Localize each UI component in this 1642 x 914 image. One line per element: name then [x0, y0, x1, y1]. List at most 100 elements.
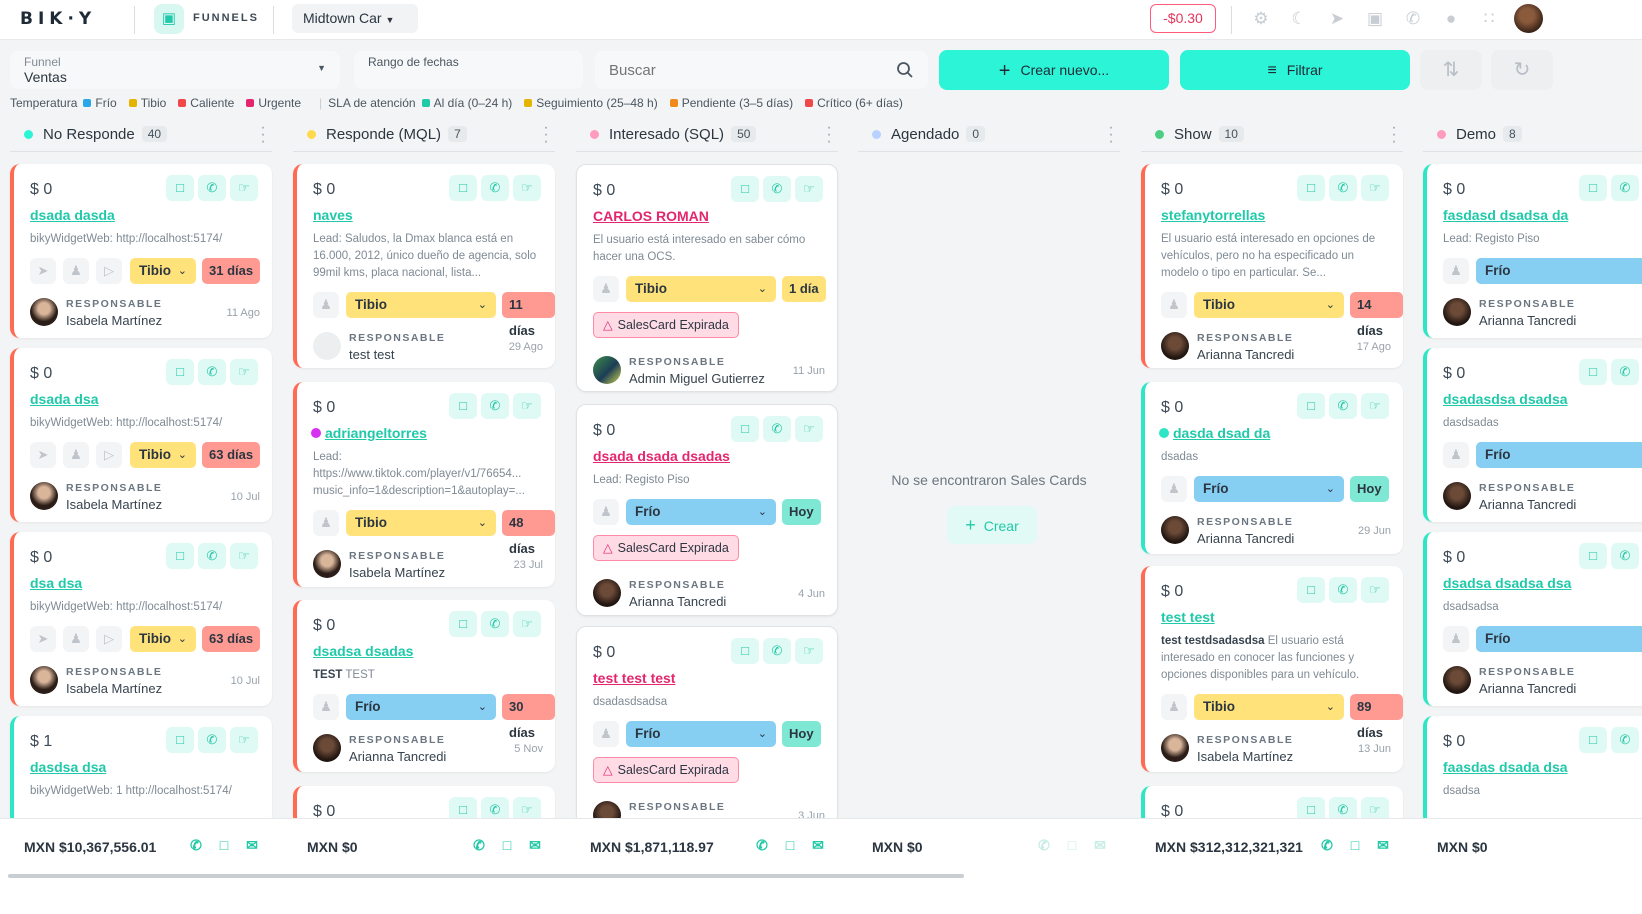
- sales-card[interactable]: $ 0 □ ✆ ☞ dsa dsa bikyWidgetWeb: http://loc…: [10, 532, 272, 706]
- chat-icon[interactable]: □: [166, 543, 194, 569]
- chat-icon[interactable]: □: [214, 837, 234, 853]
- funnel-select[interactable]: Funnel Ventas ▼: [10, 51, 340, 89]
- chat-icon[interactable]: □: [1345, 837, 1365, 853]
- sales-card[interactable]: $ 0 □ ✆ ☞ dsadsa dsadas TEST TEST ♟ Frío ⌄ 30 d…: [293, 600, 555, 772]
- megaphone-icon[interactable]: ➤: [30, 258, 56, 284]
- horizontal-scrollbar[interactable]: [0, 874, 1642, 914]
- sales-card[interactable]: $ 0 □ ✆ ☞ dasda dsad da dsadas ♟ Frío ⌄ Hoy RES…: [1141, 382, 1403, 554]
- tap-icon[interactable]: ☞: [1361, 175, 1389, 201]
- lead-name-link[interactable]: dasdsa dsa: [30, 759, 106, 775]
- sales-card[interactable]: $ 0 □ ✆ ☞ dsada dsada dsadas Lead: Registo …: [576, 404, 838, 616]
- phone-icon[interactable]: ✆: [1329, 577, 1357, 603]
- email-icon[interactable]: ✉: [1373, 837, 1393, 854]
- lead-name-link[interactable]: dsa dsa: [30, 575, 82, 591]
- whatsapp-icon[interactable]: ✆: [752, 837, 772, 854]
- sales-card[interactable]: $ 0 □ ✆ ☞ CARLOS ROMAN El usuario está inte…: [576, 164, 838, 392]
- sales-card[interactable]: $ 0 □ ✆ ☞ test test test testdsadasdsa El u…: [1141, 566, 1403, 772]
- tap-icon[interactable]: ☞: [513, 175, 541, 201]
- phone-icon[interactable]: ✆: [1611, 727, 1639, 753]
- phone-icon[interactable]: ✆: [1401, 7, 1425, 31]
- assign-user-icon[interactable]: ♟: [63, 442, 89, 468]
- apps-grid-icon[interactable]: ∷: [1477, 7, 1501, 31]
- temperature-select[interactable]: Tibio ⌄: [130, 442, 196, 468]
- phone-icon[interactable]: ✆: [481, 611, 509, 637]
- chat-icon[interactable]: □: [1297, 175, 1325, 201]
- whatsapp-icon[interactable]: ✆: [1034, 837, 1054, 854]
- chat-icon[interactable]: □: [1579, 175, 1607, 201]
- lead-name-link[interactable]: dsada dsa: [30, 391, 98, 407]
- filter-button[interactable]: ≡ Filtrar: [1180, 50, 1410, 90]
- sales-card[interactable]: $ 0 □ ✆ ☞ dsada dsa bikyWidgetWeb: http://l…: [10, 348, 272, 522]
- phone-icon[interactable]: ✆: [481, 393, 509, 419]
- tap-icon[interactable]: ☞: [230, 175, 258, 201]
- chat-icon[interactable]: □: [731, 638, 759, 664]
- assign-user-icon[interactable]: ♟: [313, 694, 339, 720]
- lead-name-link[interactable]: dasda dsad da: [1159, 425, 1270, 441]
- refresh-button[interactable]: ↻: [1491, 50, 1553, 90]
- assign-user-icon[interactable]: ♟: [1443, 626, 1469, 652]
- chat-icon[interactable]: □: [497, 837, 517, 853]
- temperature-select[interactable]: Tibio ⌄: [626, 276, 776, 302]
- moon-icon[interactable]: ☾: [1287, 7, 1311, 31]
- play-icon[interactable]: ▷: [96, 626, 122, 652]
- chat-icon[interactable]: □: [166, 359, 194, 385]
- date-range-picker[interactable]: Rango de fechas: [354, 51, 583, 89]
- assign-user-icon[interactable]: ♟: [593, 721, 619, 747]
- tap-icon[interactable]: ☞: [795, 638, 823, 664]
- phone-icon[interactable]: ✆: [1611, 175, 1639, 201]
- assign-user-icon[interactable]: ♟: [63, 626, 89, 652]
- lead-name-link[interactable]: dsadsa dsadas: [313, 643, 413, 659]
- temperature-select[interactable]: Tibio ⌄: [346, 510, 496, 536]
- chat-icon[interactable]: □: [780, 837, 800, 853]
- chat-icon[interactable]: □: [731, 416, 759, 442]
- business-selector[interactable]: Midtown Car ▼: [292, 4, 418, 33]
- email-icon[interactable]: ✉: [525, 837, 545, 854]
- chat-icon[interactable]: □: [1297, 393, 1325, 419]
- email-icon[interactable]: ✉: [808, 837, 828, 854]
- assign-user-icon[interactable]: ♟: [1161, 476, 1187, 502]
- play-icon[interactable]: ▷: [96, 442, 122, 468]
- temperature-select[interactable]: Tibio ⌄: [1194, 292, 1344, 318]
- temperature-select[interactable]: Frío⌄: [1476, 626, 1642, 652]
- assign-user-icon[interactable]: ♟: [1443, 442, 1469, 468]
- sales-card[interactable]: $ 0 □ ✆ ☞ adriangeltorres Lead: https://www…: [293, 382, 555, 587]
- phone-icon[interactable]: ✆: [198, 727, 226, 753]
- chat-icon[interactable]: □: [731, 176, 759, 202]
- tap-icon[interactable]: ☞: [513, 611, 541, 637]
- sales-card[interactable]: $ 1 □ ✆ ☞ dasdsa dsa bikyWidgetWeb: 1 http:…: [10, 716, 272, 826]
- search-icon[interactable]: [896, 61, 914, 79]
- tap-icon[interactable]: ☞: [795, 416, 823, 442]
- sales-card[interactable]: $ 0 □✆☞ dsadsa dsadsa dsa dsadsadsa ♟ Frío⌄…: [1423, 532, 1642, 706]
- bulb-icon[interactable]: ●: [1439, 7, 1463, 31]
- megaphone-icon[interactable]: ➤: [1325, 7, 1349, 31]
- chat-icon[interactable]: □: [1297, 577, 1325, 603]
- phone-icon[interactable]: ✆: [1611, 543, 1639, 569]
- assign-user-icon[interactable]: ♟: [1161, 292, 1187, 318]
- assign-user-icon[interactable]: ♟: [593, 276, 619, 302]
- play-icon[interactable]: ▷: [96, 258, 122, 284]
- create-new-button[interactable]: + Crear nuevo...: [939, 50, 1169, 90]
- phone-icon[interactable]: ✆: [198, 359, 226, 385]
- chat-icon[interactable]: □: [1579, 543, 1607, 569]
- chat-icon[interactable]: □: [449, 611, 477, 637]
- megaphone-icon[interactable]: ➤: [30, 626, 56, 652]
- assign-user-icon[interactable]: ♟: [593, 499, 619, 525]
- column-menu-icon[interactable]: · · ·: [1389, 120, 1399, 150]
- tap-icon[interactable]: ☞: [513, 393, 541, 419]
- lead-name-link[interactable]: adriangeltorres: [311, 425, 427, 441]
- ai-icon[interactable]: ▣: [1363, 7, 1387, 31]
- phone-icon[interactable]: ✆: [1329, 175, 1357, 201]
- lead-name-link[interactable]: test test test: [593, 670, 675, 686]
- lead-name-link[interactable]: dsadasdsa dsadsa: [1443, 391, 1568, 407]
- lead-name-link[interactable]: faasdas dsada dsa: [1443, 759, 1568, 775]
- tap-icon[interactable]: ☞: [230, 543, 258, 569]
- chat-icon[interactable]: □: [1062, 837, 1082, 853]
- temperature-select[interactable]: Frío⌄: [1194, 476, 1344, 502]
- lead-name-link[interactable]: CARLOS ROMAN: [593, 208, 709, 224]
- sales-card[interactable]: $ 0 □ ✆ ☞ test test test dsadasdsadsa ♟ Frío ⌄…: [576, 626, 838, 831]
- phone-icon[interactable]: ✆: [198, 175, 226, 201]
- lead-name-link[interactable]: fasdasd dsadsa da: [1443, 207, 1568, 223]
- email-icon[interactable]: ✉: [1090, 837, 1110, 854]
- tap-icon[interactable]: ☞: [230, 359, 258, 385]
- temperature-select[interactable]: Tibio ⌄: [1194, 694, 1344, 720]
